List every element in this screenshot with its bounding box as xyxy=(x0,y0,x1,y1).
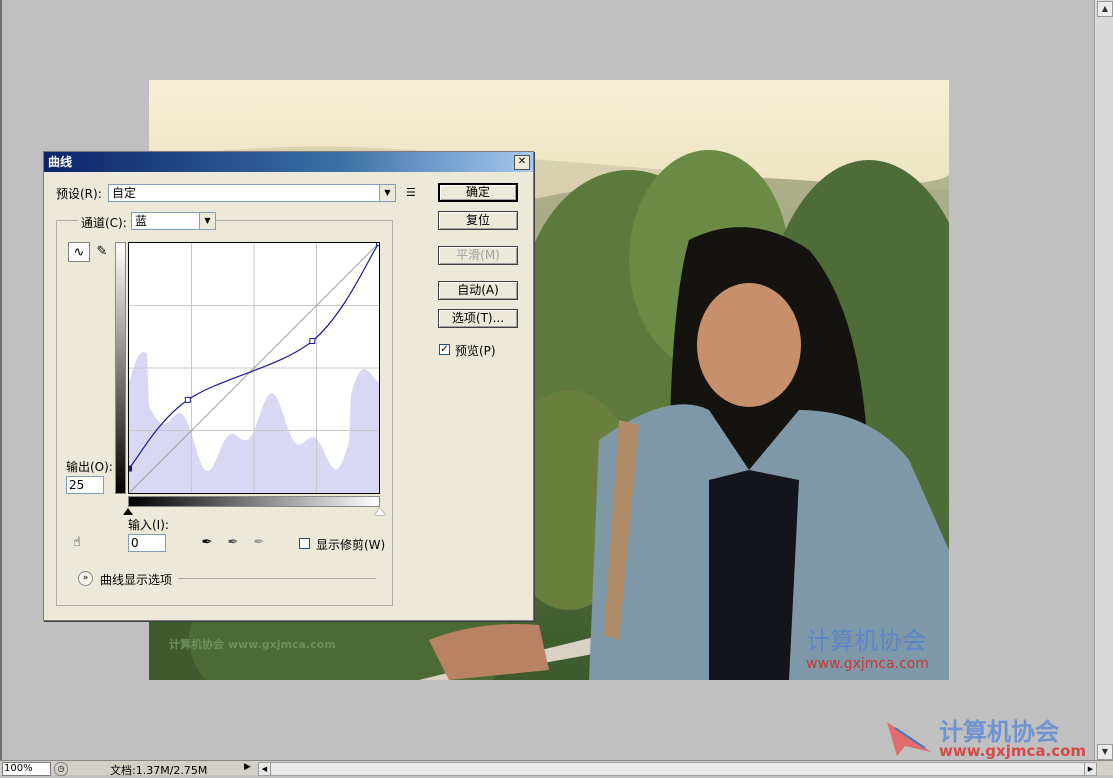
photo-watermark-url: www.gxjmca.com xyxy=(806,656,929,672)
play-arrow-icon[interactable]: ▶ xyxy=(244,762,251,772)
output-gradient-bar xyxy=(115,242,126,494)
photo-watermark-cn: 计算机协会 xyxy=(806,627,927,655)
ok-button[interactable]: 确定 xyxy=(438,183,518,202)
status-bar: 100% ◷ 文档:1.37M/2.75M ▶ ◀ ▶ xyxy=(0,760,1113,777)
photo-watermark-right: 计算机协会 www.gxjmca.com xyxy=(806,621,929,672)
expand-chevron-icon[interactable]: » xyxy=(78,571,93,586)
scroll-up-arrow-icon[interactable]: ▲ xyxy=(1097,1,1113,17)
auto-button[interactable]: 自动(A) xyxy=(438,281,518,300)
output-label: 输出(O): xyxy=(66,460,113,474)
curve-display-options-label[interactable]: 曲线显示选项 xyxy=(100,571,172,588)
canvas-watermark: 计算机协会 www.gxjmca.com xyxy=(885,712,1095,760)
curve-point-tool-icon[interactable]: ∿ xyxy=(68,242,90,262)
curve-graph-canvas[interactable] xyxy=(126,240,382,494)
gray-eyedropper-icon[interactable]: ✒ xyxy=(222,533,244,553)
output-field[interactable]: 25 xyxy=(66,476,104,494)
curve-control-point[interactable] xyxy=(376,240,382,246)
menu-list-icon[interactable]: ☰ xyxy=(406,185,422,201)
dialog-title: 曲线 xyxy=(48,155,73,169)
scroll-left-arrow-icon[interactable]: ◀ xyxy=(259,763,271,775)
curve-control-point[interactable] xyxy=(184,396,191,403)
hand-adjust-icon[interactable]: ☝ xyxy=(66,533,88,553)
input-label: 输入(I): xyxy=(128,518,169,532)
pencil-icon[interactable]: ✎ xyxy=(91,242,113,262)
channel-select[interactable]: 蓝 ▼ xyxy=(131,212,216,230)
curve-control-point[interactable] xyxy=(126,465,132,472)
chevron-down-icon[interactable]: ▼ xyxy=(379,185,395,201)
logo-arrow-icon xyxy=(887,722,931,756)
close-icon[interactable]: ✕ xyxy=(514,155,530,170)
curve-control-point[interactable] xyxy=(309,338,316,345)
scroll-down-arrow-icon[interactable]: ▼ xyxy=(1097,744,1113,760)
document-size: 文档:1.37M/2.75M xyxy=(110,764,208,777)
show-clipping-checkbox[interactable] xyxy=(299,538,310,549)
black-eyedropper-icon[interactable]: ✒ xyxy=(196,533,218,553)
zoom-field[interactable]: 100% xyxy=(2,762,51,776)
show-clipping-label: 显示修剪(W) xyxy=(316,538,386,552)
preview-checkbox[interactable]: ✓ xyxy=(439,344,450,355)
chevron-down-icon[interactable]: ▼ xyxy=(199,213,215,229)
channel-label: 通道(C): xyxy=(78,214,130,231)
smooth-button: 平滑(M) xyxy=(438,246,518,265)
preset-select[interactable]: 自定 ▼ xyxy=(108,184,396,202)
input-gradient-bar xyxy=(128,496,380,507)
preview-label: 预览(P) xyxy=(455,344,496,358)
horizontal-scrollbar[interactable]: ◀ ▶ xyxy=(258,762,1097,776)
preset-label: 预设(R): xyxy=(56,187,102,201)
photo-watermark-left: 计算机协会 www.gxjmca.com xyxy=(169,638,336,651)
divider xyxy=(178,578,376,579)
scroll-right-arrow-icon[interactable]: ▶ xyxy=(1084,763,1096,775)
dialog-titlebar[interactable]: 曲线 ✕ xyxy=(44,152,533,172)
reset-button[interactable]: 复位 xyxy=(438,211,518,230)
white-point-slider-icon[interactable] xyxy=(375,508,385,515)
status-menu-icon[interactable]: ◷ xyxy=(54,762,68,776)
curve-graph[interactable] xyxy=(126,240,382,494)
input-field[interactable]: 0 xyxy=(128,534,166,552)
channel-value: 蓝 xyxy=(135,214,148,228)
canvas-watermark-url: www.gxjmca.com xyxy=(939,742,1087,760)
vertical-scrollbar[interactable]: ▲ ▼ xyxy=(1094,0,1113,760)
preset-value: 自定 xyxy=(112,186,137,200)
white-eyedropper-icon[interactable]: ✒ xyxy=(248,533,270,553)
black-point-slider-icon[interactable] xyxy=(123,508,133,515)
curves-dialog: 曲线 ✕ 预设(R): 自定 ▼ ☰ 通道(C): 蓝 ▼ ∿ ✎ 输出(O):… xyxy=(43,151,534,621)
options-button[interactable]: 选项(T)... xyxy=(438,309,518,328)
